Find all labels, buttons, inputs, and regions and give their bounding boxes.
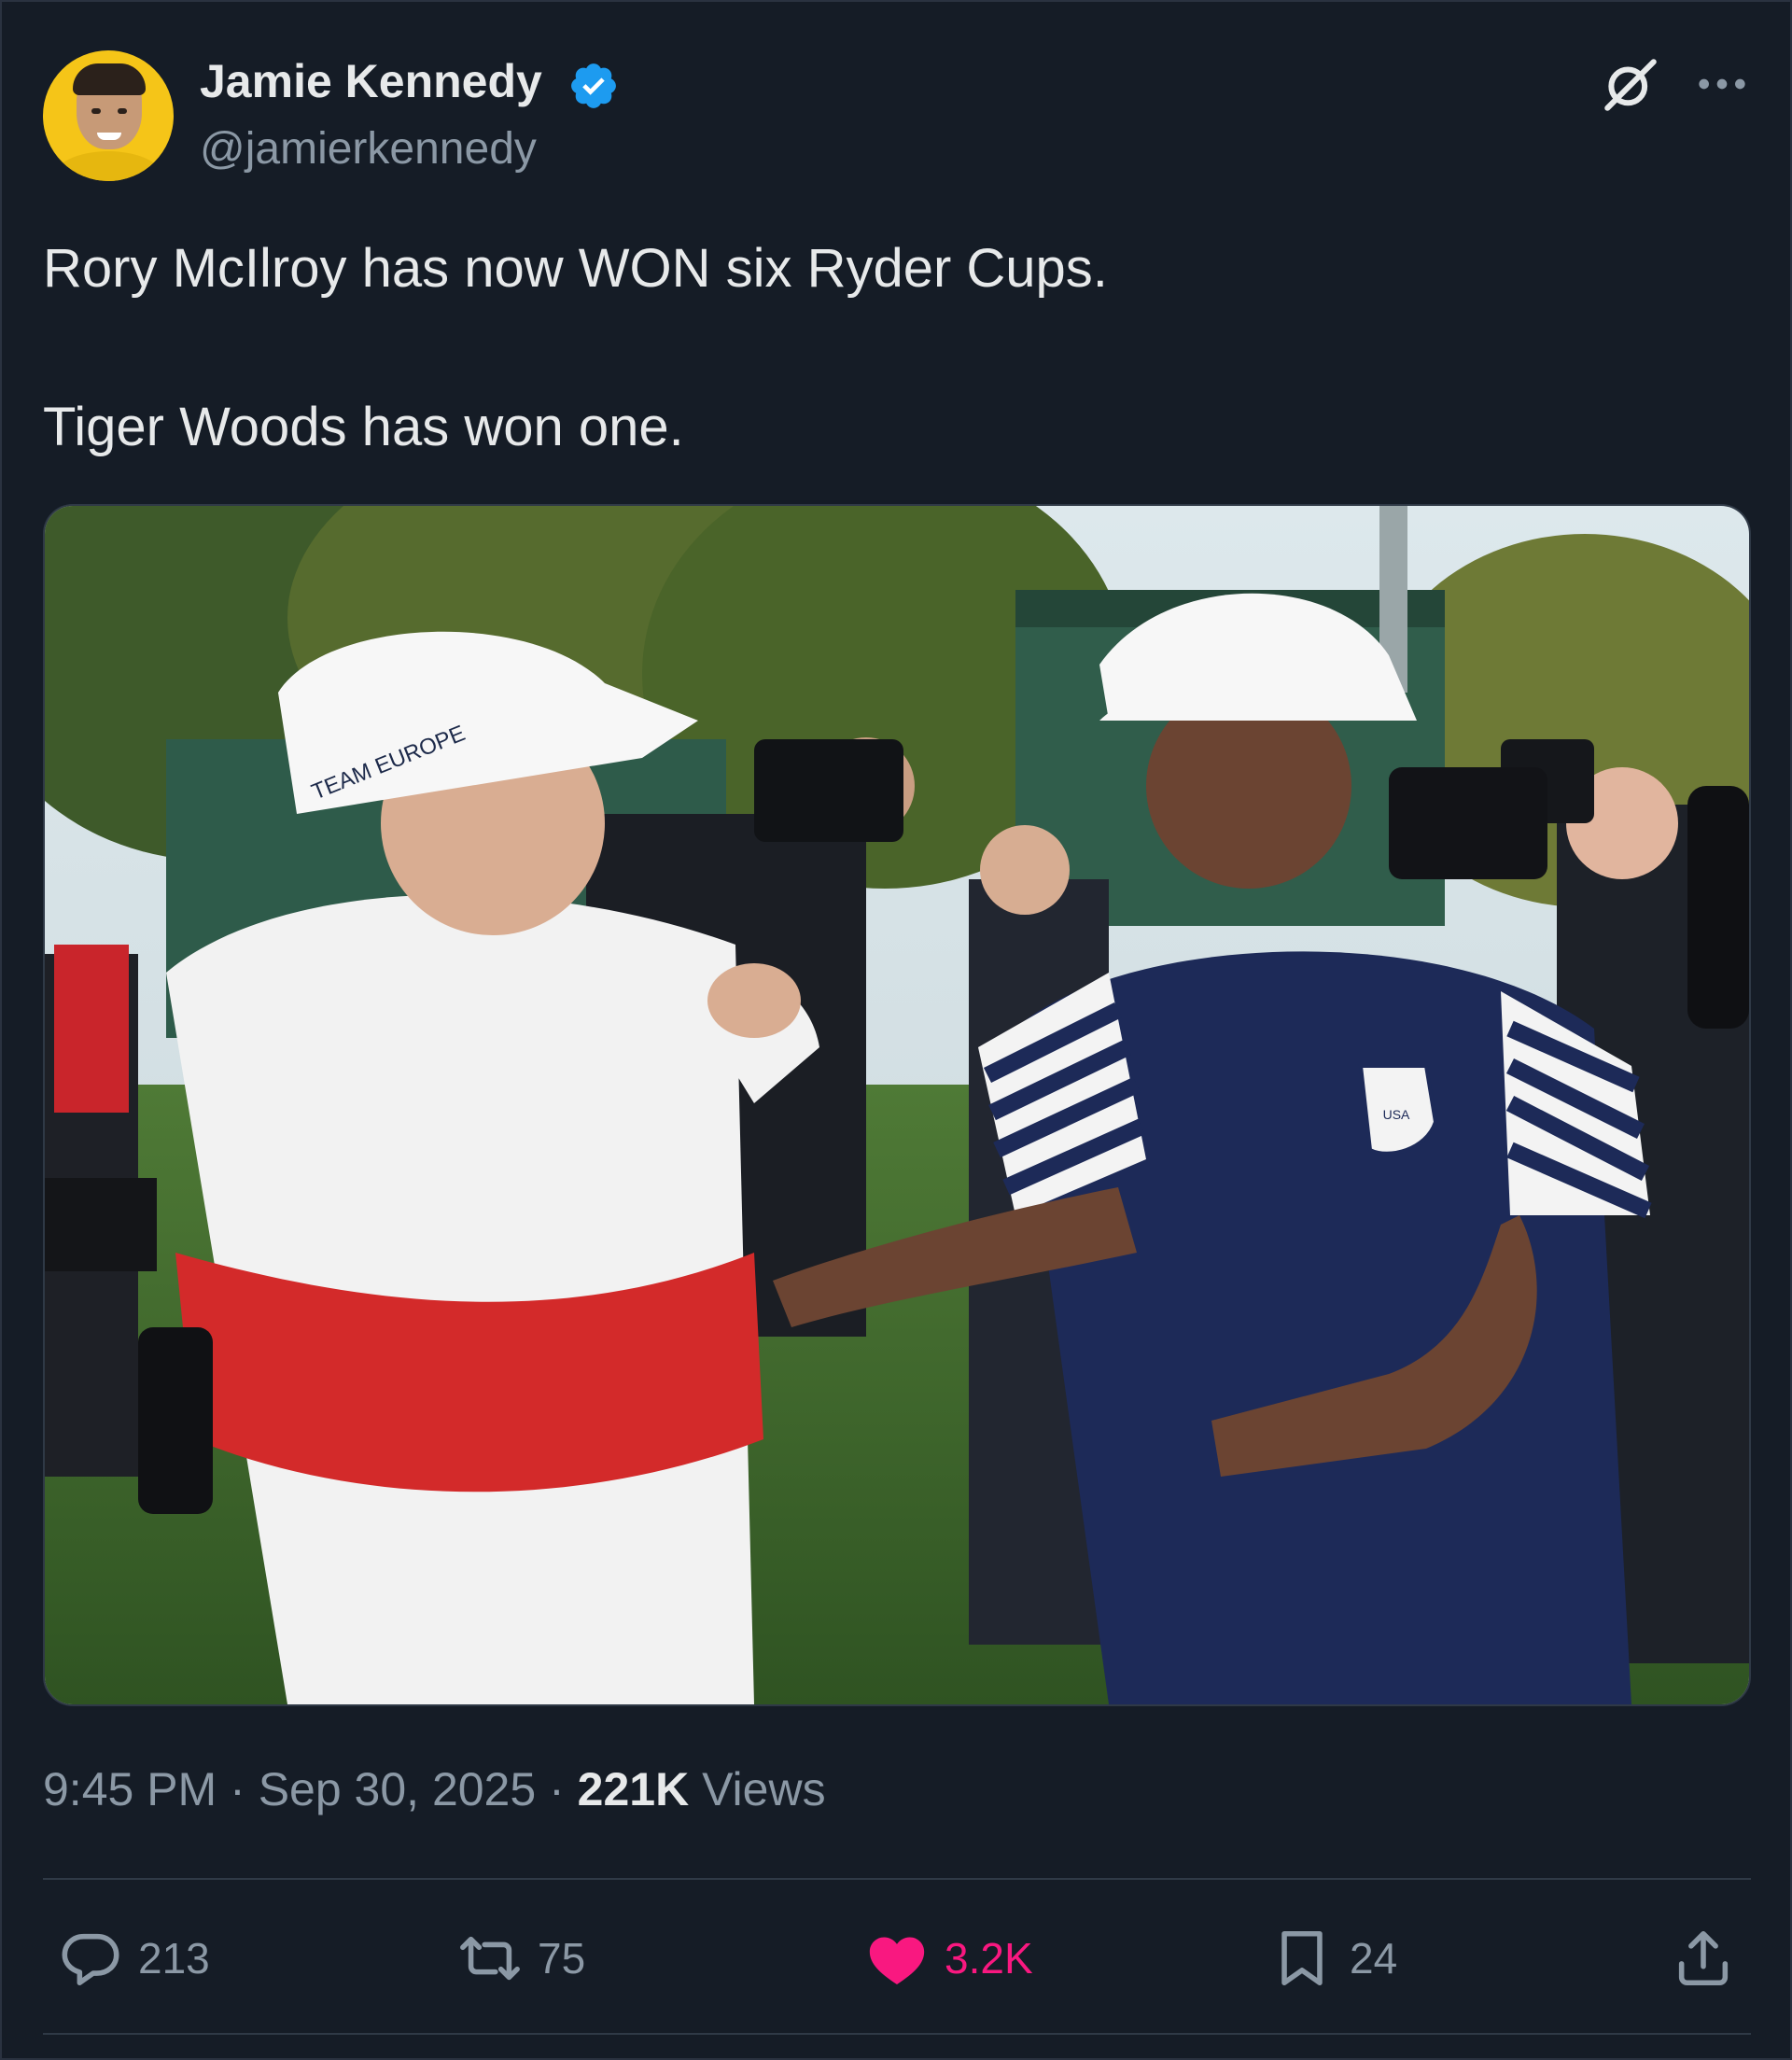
meta-separator-1: · (230, 1763, 245, 1815)
like-button[interactable]: 3.2K (864, 1921, 1033, 1996)
grok-icon[interactable] (1600, 54, 1661, 116)
author-handle[interactable]: @jamierkennedy (200, 123, 537, 175)
views-label: Views (702, 1763, 826, 1815)
divider (43, 1878, 1751, 1880)
author-name[interactable]: Jamie Kennedy (200, 54, 542, 108)
repost-icon (460, 1936, 520, 1981)
bookmark-icon (1281, 1930, 1323, 1986)
reply-count: 213 (138, 1934, 210, 1983)
divider (43, 2033, 1751, 2035)
tweet-time[interactable]: 9:45 PM (43, 1763, 217, 1815)
share-button[interactable] (1671, 1921, 1736, 1996)
verified-badge-icon (571, 63, 616, 108)
photo-illustration: TEAM EUROPE USA (45, 506, 1749, 1704)
tweet-meta: 9:45 PM · Sep 30, 2025 · 221K Views (43, 1762, 826, 1816)
meta-separator-2: · (549, 1763, 565, 1815)
reply-button[interactable]: 213 (58, 1921, 210, 1996)
like-count: 3.2K (945, 1934, 1033, 1983)
tweet-text-line-2: Tiger Woods has won one. (43, 397, 684, 457)
repost-count: 75 (538, 1934, 586, 1983)
bookmark-count: 24 (1350, 1934, 1398, 1983)
tweet-date[interactable]: Sep 30, 2025 (259, 1763, 537, 1815)
views-count: 221K (577, 1763, 690, 1815)
avatar[interactable] (43, 50, 174, 181)
photo-badge-usa: USA (1383, 1107, 1410, 1122)
share-icon (1678, 1930, 1729, 1986)
like-icon (869, 1937, 925, 1984)
repost-button[interactable]: 75 (457, 1921, 585, 1996)
tweet-card: Jamie Kennedy @jamierkennedy Rory McIlro… (0, 0, 1792, 2060)
reply-icon (62, 1933, 119, 1986)
more-icon[interactable] (1695, 65, 1749, 103)
bookmark-button[interactable]: 24 (1269, 1921, 1397, 1996)
tweet-photo[interactable]: TEAM EUROPE USA (43, 504, 1751, 1706)
tweet-text-line-1: Rory McIlroy has now WON six Ryder Cups. (43, 238, 1108, 299)
